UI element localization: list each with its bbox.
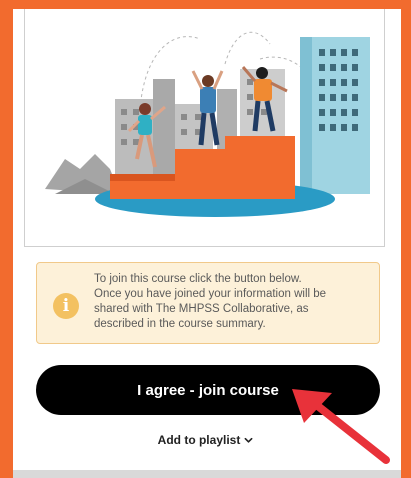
notice-text: To join this course click the button bel… <box>94 272 374 332</box>
add-to-playlist-label: Add to playlist <box>157 433 241 447</box>
info-icon: i <box>53 293 79 319</box>
chevron-down-icon <box>244 437 253 443</box>
notice-line: shared with The MHPSS Collaborative, as <box>94 303 309 315</box>
footer-band <box>13 470 401 478</box>
course-illustration <box>24 9 385 247</box>
notice-line: described in the course summary. <box>94 318 266 330</box>
join-info-notice: i To join this course click the button b… <box>36 262 380 344</box>
notice-line: To join this course click the button bel… <box>94 273 302 285</box>
join-course-label: I agree - join course <box>137 381 279 399</box>
add-to-playlist-button[interactable]: Add to playlist <box>158 433 254 447</box>
community-rebuilding-illustration <box>45 31 370 217</box>
red-arrow-icon <box>292 389 390 464</box>
notice-line: Once you have joined your information wi… <box>94 288 327 300</box>
